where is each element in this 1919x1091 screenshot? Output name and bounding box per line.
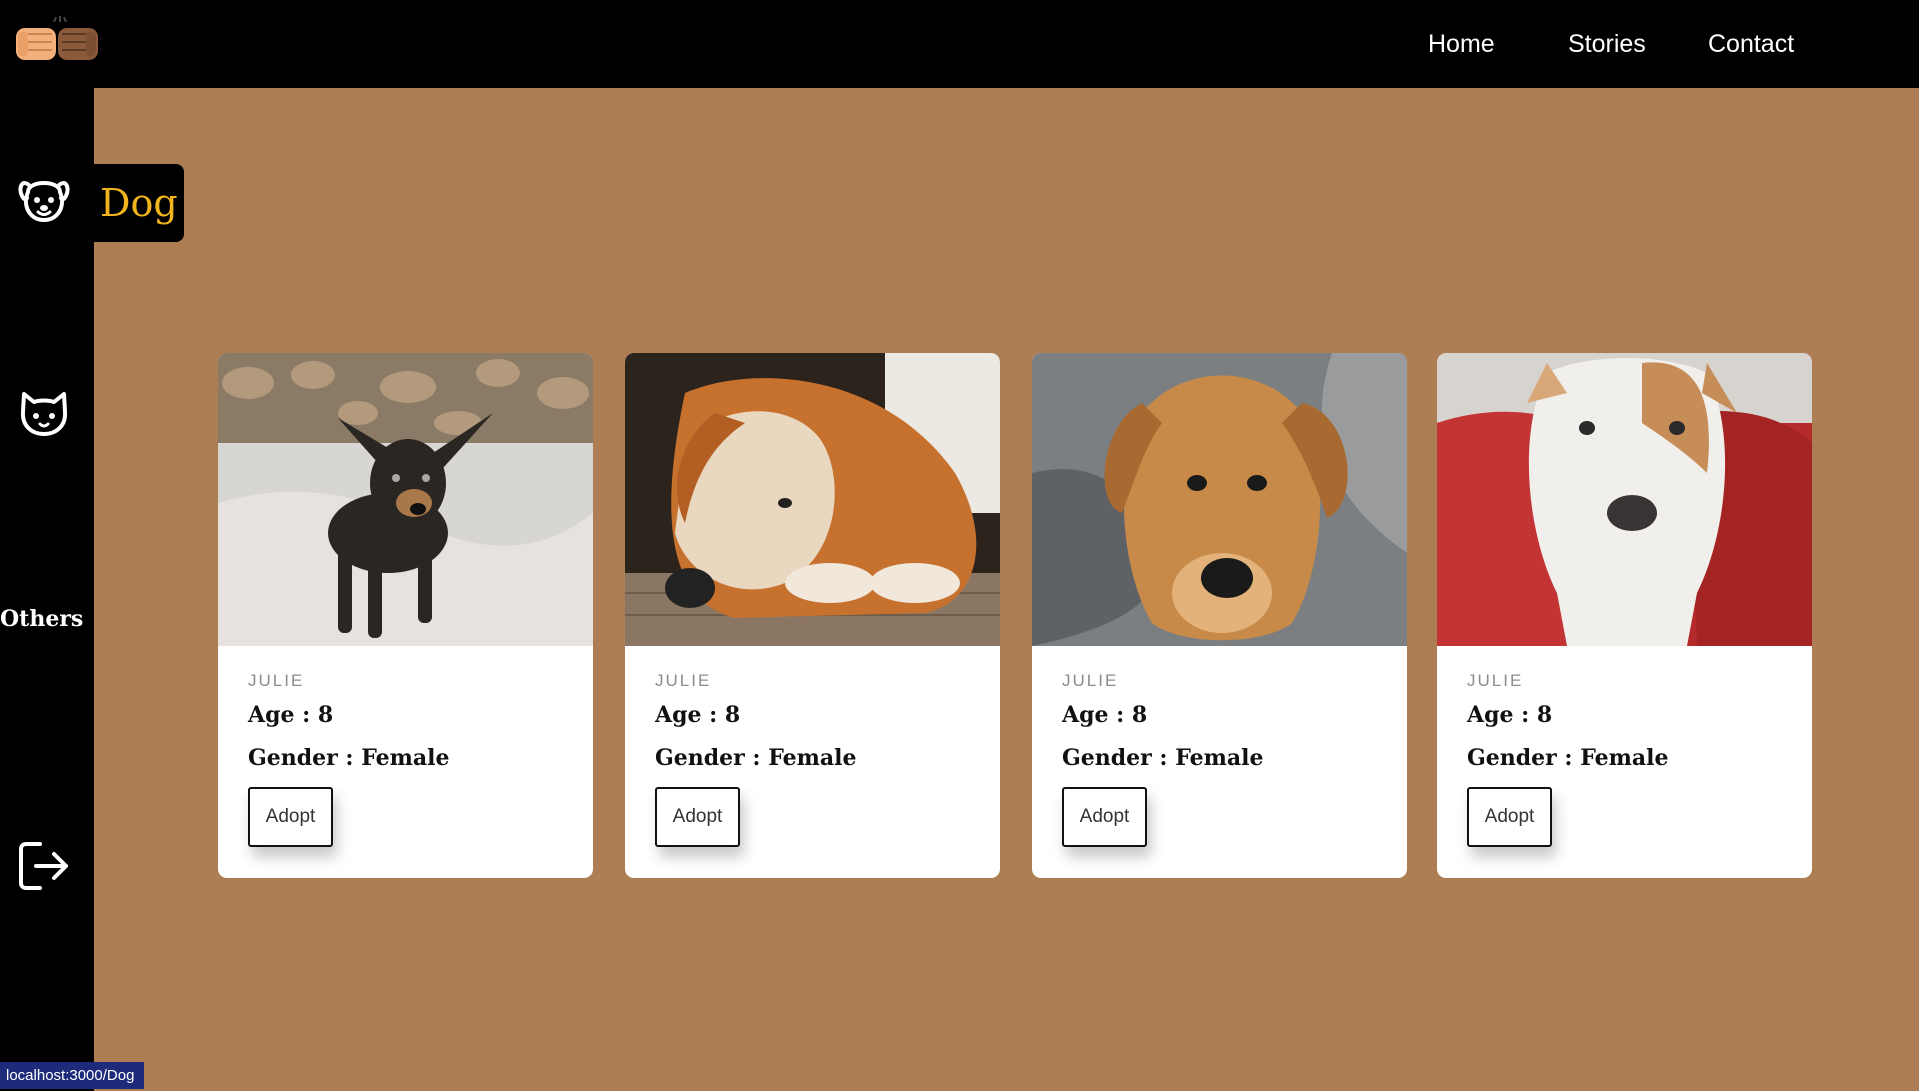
pet-photo — [625, 353, 1000, 646]
nav-stories-link[interactable]: Stories — [1568, 29, 1646, 59]
adopt-button[interactable]: Adopt — [248, 787, 333, 847]
cat-icon[interactable] — [16, 384, 72, 440]
nav-contact-link[interactable]: Contact — [1708, 29, 1794, 59]
adopt-button[interactable]: Adopt — [655, 787, 740, 847]
pet-name: JULIE — [248, 671, 305, 690]
dog-icon[interactable] — [16, 170, 72, 226]
pet-age: Age : 8 — [248, 702, 334, 728]
pet-photo — [218, 353, 593, 646]
main-nav: Home Stories Contact — [0, 29, 1919, 59]
pet-gender: Gender : Female — [248, 745, 450, 771]
sidebar-others-link[interactable]: Others — [0, 606, 83, 632]
pet-gender: Gender : Female — [1062, 745, 1264, 771]
status-bar-url: localhost:3000/Dog — [0, 1062, 144, 1089]
adopt-button[interactable]: Adopt — [1467, 787, 1552, 847]
pet-card: JULIE Age : 8 Gender : Female Adopt — [218, 353, 593, 878]
sidebar: Others — [0, 88, 94, 1091]
pet-name: JULIE — [1062, 671, 1119, 690]
pet-photo — [1032, 353, 1407, 646]
pet-card: JULIE Age : 8 Gender : Female Adopt — [1437, 353, 1812, 878]
pet-gender: Gender : Female — [655, 745, 857, 771]
pet-name: JULIE — [1467, 671, 1524, 690]
pet-card: JULIE Age : 8 Gender : Female Adopt — [1032, 353, 1407, 878]
top-navbar: Home Stories Contact — [0, 0, 1919, 88]
logout-icon[interactable] — [16, 838, 72, 894]
adopt-button[interactable]: Adopt — [1062, 787, 1147, 847]
pet-photo — [1437, 353, 1812, 646]
nav-home-link[interactable]: Home — [1428, 29, 1495, 59]
pet-card: JULIE Age : 8 Gender : Female Adopt — [625, 353, 1000, 878]
active-category-tooltip: Dog — [94, 164, 184, 242]
pet-age: Age : 8 — [1467, 702, 1553, 728]
pet-gender: Gender : Female — [1467, 745, 1669, 771]
pet-age: Age : 8 — [1062, 702, 1148, 728]
pet-age: Age : 8 — [655, 702, 741, 728]
pet-name: JULIE — [655, 671, 712, 690]
